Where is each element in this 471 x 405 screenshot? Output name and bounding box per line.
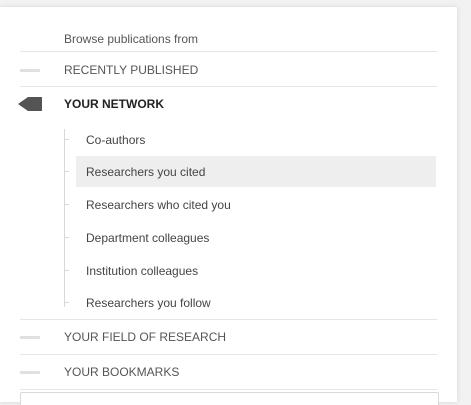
network-item-label: Researchers you cited — [86, 164, 206, 179]
pointer-arrow-icon — [18, 97, 42, 111]
network-item-label: Department colleagues — [86, 230, 210, 245]
network-item-researchers-who-cited-you[interactable]: Researchers who cited you — [76, 189, 436, 220]
browse-header: Browse publications from — [64, 32, 199, 46]
network-item-researchers-you-follow[interactable]: Researchers you follow — [76, 287, 436, 318]
section-your-bookmarks[interactable]: YOUR BOOKMARKS — [0, 355, 437, 389]
network-item-institution-colleagues[interactable]: Institution colleagues — [76, 255, 436, 286]
dash-icon — [20, 336, 40, 339]
section-recently-published[interactable]: RECENTLY PUBLISHED — [0, 53, 437, 87]
browse-publications-panel: Browse publications from RECENTLY PUBLIS… — [0, 7, 457, 402]
section-label: YOUR BOOKMARKS — [64, 365, 180, 379]
tree-branch — [64, 302, 69, 303]
network-item-co-authors[interactable]: Co-authors — [76, 124, 436, 155]
divider — [20, 389, 437, 390]
dash-icon — [20, 69, 40, 72]
network-item-department-colleagues[interactable]: Department colleagues — [76, 222, 436, 253]
network-item-label: Researchers you follow — [86, 295, 211, 310]
section-label: YOUR FIELD OF RESEARCH — [64, 330, 227, 344]
network-item-label: Co-authors — [86, 132, 146, 147]
content-box-edge — [20, 392, 439, 405]
tree-branch — [64, 204, 69, 205]
section-your-field-of-research[interactable]: YOUR FIELD OF RESEARCH — [0, 320, 437, 354]
tree-branch — [64, 270, 69, 271]
tree-branch — [64, 171, 69, 172]
network-item-researchers-you-cited[interactable]: Researchers you cited — [76, 156, 436, 187]
tree-branch — [64, 237, 69, 238]
network-item-label: Institution colleagues — [86, 263, 199, 278]
divider — [20, 51, 437, 52]
section-label: RECENTLY PUBLISHED — [64, 63, 199, 77]
network-item-label: Researchers who cited you — [86, 197, 231, 212]
tree-branch — [64, 139, 69, 140]
section-label-active: YOUR NETWORK — [64, 97, 164, 111]
tree-line — [64, 129, 65, 307]
dash-icon — [20, 371, 40, 374]
section-your-network[interactable]: YOUR NETWORK — [0, 87, 437, 121]
